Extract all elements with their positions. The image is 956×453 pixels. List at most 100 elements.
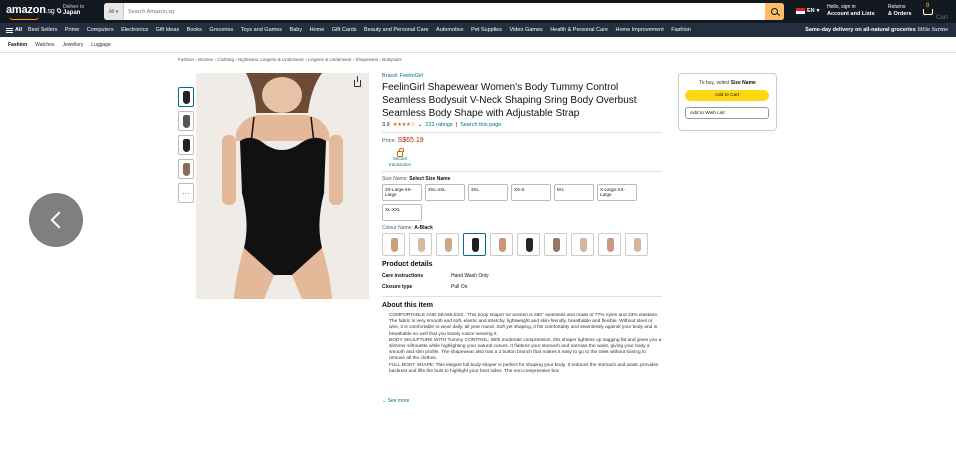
subnav-item[interactable]: Fashion bbox=[8, 42, 27, 48]
colour-swatch[interactable] bbox=[436, 233, 459, 256]
logo-smile-icon bbox=[9, 16, 39, 20]
size-option[interactable]: 3XL bbox=[468, 184, 508, 201]
nav-item[interactable]: Home bbox=[310, 27, 325, 33]
subnav-item[interactable]: Jewellery bbox=[62, 42, 83, 48]
nav-item[interactable]: Baby bbox=[290, 27, 303, 33]
more-thumbnails-icon[interactable]: ··· bbox=[178, 183, 194, 203]
search-icon bbox=[771, 8, 778, 15]
colour-label: Colour Name: A-Black bbox=[382, 225, 433, 231]
thumbnail[interactable] bbox=[178, 135, 194, 155]
cart-button[interactable]: 0 Cart bbox=[921, 3, 951, 21]
star-rating-icon[interactable]: ★★★★☆ bbox=[393, 122, 416, 128]
back-button[interactable] bbox=[29, 193, 83, 247]
subnav-item[interactable]: Watches bbox=[35, 42, 54, 48]
size-options: 3X-Large-4X-Large 3XL-4XL 3XL XS-S M-L X… bbox=[382, 184, 662, 221]
amazon-logo[interactable]: amazon.sg bbox=[6, 4, 55, 20]
nav-item[interactable]: Toys and Games bbox=[241, 27, 282, 33]
about-heading: About this item bbox=[382, 302, 433, 309]
product-title: FeelinGirl Shapewear Women's Body Tummy … bbox=[382, 82, 637, 119]
detail-row: Care instructions Hand Wash Only bbox=[382, 273, 489, 279]
secure-transaction[interactable]: Secure transaction bbox=[382, 148, 418, 167]
colour-swatch[interactable] bbox=[463, 233, 486, 256]
rating-row: 3.9 ★★★★☆ ⌄ 222 ratings | Search this pa… bbox=[382, 122, 502, 128]
nav-item[interactable]: Health & Personal Care bbox=[550, 27, 608, 33]
colour-swatch[interactable] bbox=[625, 233, 648, 256]
nav-item[interactable]: Prime bbox=[65, 27, 79, 33]
all-menu-button[interactable]: All bbox=[0, 27, 22, 33]
language-selector[interactable]: EN ▾ bbox=[796, 8, 819, 14]
nav-item[interactable]: Books bbox=[187, 27, 202, 33]
buy-box: To buy, select Size Name Add to Cart Add… bbox=[678, 73, 777, 131]
colour-swatches bbox=[382, 233, 662, 256]
colour-swatch[interactable] bbox=[571, 233, 594, 256]
colour-swatch[interactable] bbox=[490, 233, 513, 256]
size-option[interactable]: XS-S bbox=[511, 184, 551, 201]
size-option[interactable]: 3X-Large-4X-Large bbox=[382, 184, 422, 201]
lock-icon bbox=[397, 148, 404, 157]
nav-item[interactable]: Best Sellers bbox=[28, 27, 57, 33]
brand-link[interactable]: Brand: FeelinGirl bbox=[382, 73, 662, 79]
returns-orders[interactable]: Returns & Orders bbox=[888, 4, 912, 17]
buy-prompt: To buy, select Size Name bbox=[699, 80, 756, 86]
nav-item[interactable]: Gift Cards bbox=[332, 27, 357, 33]
nav-item[interactable]: Home Improvement bbox=[615, 27, 663, 33]
swatch-figure bbox=[391, 238, 398, 252]
nav-item[interactable]: Groceries bbox=[209, 27, 233, 33]
product-details: Brand: FeelinGirl FeelinGirl Shapewear W… bbox=[382, 73, 662, 404]
search-page-link[interactable]: Search this page bbox=[460, 122, 501, 128]
divider bbox=[382, 132, 662, 133]
search-input[interactable] bbox=[124, 3, 765, 20]
nav-item[interactable]: Fashion bbox=[671, 27, 691, 33]
thumbnail[interactable] bbox=[178, 159, 194, 179]
top-header: amazon.sg Deliver toJapan All ▾ EN▾ Hell… bbox=[0, 0, 956, 23]
colour-swatch[interactable] bbox=[382, 233, 405, 256]
list-item: BODY SKULPTURE WITH Tummy CONTROL: With … bbox=[389, 338, 662, 363]
colour-swatch[interactable] bbox=[409, 233, 432, 256]
cart-icon bbox=[923, 9, 933, 15]
main-nav: All Best Sellers Prime Computers Electro… bbox=[0, 23, 956, 37]
nav-item[interactable]: Electronics bbox=[121, 27, 148, 33]
nav-item[interactable]: Beauty and Personal Care bbox=[364, 27, 429, 33]
size-option[interactable]: 3XL-4XL bbox=[425, 184, 465, 201]
list-item: FULL BODY SHAPE: This elegant full body … bbox=[389, 363, 662, 375]
nav-item[interactable]: Computers bbox=[87, 27, 114, 33]
detail-row: Closure type Pull On bbox=[382, 284, 468, 290]
add-to-wishlist-button[interactable]: Add to Wish List bbox=[685, 107, 769, 119]
colour-swatch[interactable] bbox=[598, 233, 621, 256]
product-image[interactable] bbox=[196, 73, 369, 299]
account-lists[interactable]: Hello, sign in Account and Lists bbox=[827, 4, 875, 17]
share-icon[interactable] bbox=[354, 76, 361, 87]
swatch-figure bbox=[607, 238, 614, 252]
nav-item[interactable]: Video Games bbox=[509, 27, 542, 33]
ratings-link[interactable]: 222 ratings bbox=[425, 122, 452, 128]
nav-item[interactable]: Pet Supplies bbox=[471, 27, 502, 33]
promo-banner[interactable]: Same-day delivery on all-natural groceri… bbox=[805, 27, 948, 33]
swatch-figure bbox=[553, 238, 560, 252]
search-category-select[interactable]: All ▾ bbox=[104, 3, 124, 20]
search-button[interactable] bbox=[765, 3, 784, 20]
swatch-figure bbox=[526, 238, 533, 252]
colour-swatch[interactable] bbox=[517, 233, 540, 256]
sub-nav: Fashion Watches Jewellery Luggage bbox=[0, 37, 956, 53]
thumbnail[interactable] bbox=[178, 111, 194, 131]
divider bbox=[382, 171, 662, 172]
price: Price: S$65.19 bbox=[382, 137, 424, 144]
size-option[interactable]: X-Large-XX-Large bbox=[597, 184, 637, 201]
nav-item[interactable]: Automotive bbox=[436, 27, 464, 33]
breadcrumb[interactable]: Fashion › Women › Clothing › Nightwear, … bbox=[178, 57, 402, 62]
chevron-down-icon[interactable]: ⌄ bbox=[418, 122, 423, 128]
about-bullets: COMFORTABLE AND SEAMLESS : This body sha… bbox=[382, 313, 662, 397]
nav-item[interactable]: Gift Ideas bbox=[156, 27, 180, 33]
size-option[interactable]: M-L bbox=[554, 184, 594, 201]
see-more-link[interactable]: ⌄ See more bbox=[382, 398, 662, 404]
location-pin-icon bbox=[55, 7, 63, 14]
swatch-figure bbox=[418, 238, 425, 252]
colour-swatch[interactable] bbox=[544, 233, 567, 256]
search-bar: All ▾ bbox=[104, 3, 784, 20]
add-to-cart-button[interactable]: Add to Cart bbox=[685, 90, 769, 101]
size-option[interactable]: XL-XXL bbox=[382, 204, 422, 221]
subnav-item[interactable]: Luggage bbox=[91, 42, 110, 48]
thumbnail[interactable] bbox=[178, 87, 194, 107]
divider bbox=[382, 296, 662, 297]
deliver-to[interactable]: Deliver to Japan bbox=[55, 4, 84, 16]
